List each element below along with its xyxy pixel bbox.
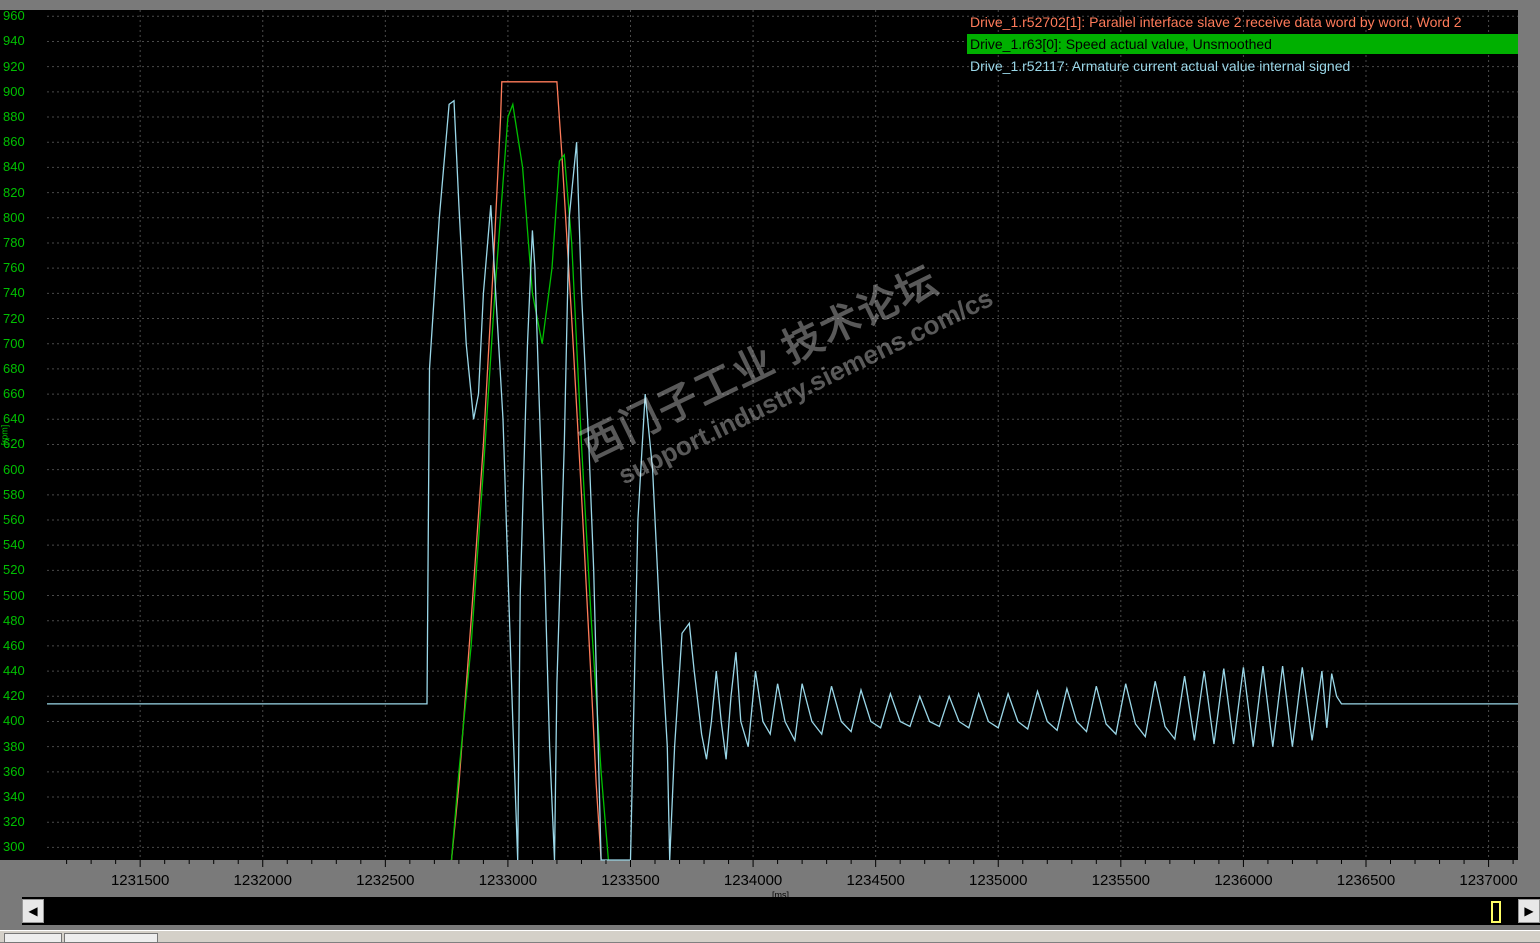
y-tick-label: 720 <box>3 310 25 326</box>
x-tick-label: 1232000 <box>233 872 292 889</box>
y-tick-label: 960 <box>3 8 25 24</box>
y-tick-label: 400 <box>3 713 25 729</box>
legend-label: Drive_1.r63[0]: Speed actual value, Unsm… <box>970 36 1272 52</box>
x-tick-label: 1236000 <box>1214 872 1273 889</box>
legend-label: Drive_1.r52117: Armature current actual … <box>970 58 1351 74</box>
y-tick-label: 740 <box>3 285 25 301</box>
y-tick-label: 460 <box>3 637 25 653</box>
y-tick-label: 440 <box>3 663 25 679</box>
y-tick-label: 780 <box>3 234 25 250</box>
y-tick-label: 360 <box>3 763 25 779</box>
x-tick-label: 1233000 <box>478 872 538 889</box>
y-tick-label: 760 <box>3 260 25 276</box>
x-tick-marks <box>66 860 1514 867</box>
y-tick-label: 580 <box>3 486 25 502</box>
legend-label: Drive_1.r52702[1]: Parallel interface sl… <box>970 14 1462 30</box>
y-tick-label: 540 <box>3 537 25 553</box>
plot-background <box>47 10 1518 860</box>
y-tick-label: 900 <box>3 83 25 99</box>
y-tick-label: 840 <box>3 159 25 175</box>
y-tick-label: 620 <box>3 436 25 452</box>
y-tick-label: 420 <box>3 688 25 704</box>
horizontal-scrollbar[interactable] <box>22 897 1540 925</box>
x-tick-label: 1232500 <box>356 872 415 889</box>
y-tick-label: 640 <box>3 411 25 427</box>
scrollbar-thumb[interactable] <box>1491 901 1501 923</box>
y-tick-label: 920 <box>3 58 25 74</box>
chevron-left-icon: ◀ <box>28 904 38 918</box>
x-tick-label: 1233500 <box>601 872 660 889</box>
scroll-right-button[interactable]: ▶ <box>1518 899 1540 923</box>
y-tick-label: 520 <box>3 562 25 578</box>
scroll-left-button[interactable]: ◀ <box>22 899 44 923</box>
bottom-tab-1[interactable] <box>4 933 62 943</box>
bottom-tab-2[interactable] <box>64 933 158 943</box>
legend-entry-r63[interactable]: Drive_1.r63[0]: Speed actual value, Unsm… <box>967 34 1518 54</box>
x-tick-label: 1234000 <box>723 872 783 889</box>
y-tick-label: 700 <box>3 335 25 351</box>
x-tick-label: 1231500 <box>110 872 170 889</box>
y-axis-unit: [rpm] <box>0 424 10 446</box>
y-tick-label: 500 <box>3 587 25 603</box>
y-tick-label: 380 <box>3 738 25 754</box>
x-tick-label: 1236500 <box>1336 872 1396 889</box>
y-tick-label: 820 <box>3 184 25 200</box>
x-tick-label: 1235500 <box>1091 872 1151 889</box>
x-tick-label: 1234500 <box>846 872 905 889</box>
y-tick-label: 560 <box>3 512 25 527</box>
y-tick-label: 300 <box>3 839 25 855</box>
legend-entry-r52117[interactable]: Drive_1.r52117: Armature current actual … <box>967 56 1518 76</box>
y-tick-label: 600 <box>3 461 25 477</box>
y-tick-label: 860 <box>3 134 25 150</box>
trace-plot[interactable] <box>0 0 1540 941</box>
bottom-tab-bar <box>0 930 1540 942</box>
y-tick-label: 320 <box>3 814 25 830</box>
chevron-right-icon: ▶ <box>1524 904 1534 918</box>
x-tick-label: 1237000 <box>1459 872 1518 889</box>
x-tick-label: 1235000 <box>969 872 1028 889</box>
y-tick-label: 660 <box>3 386 25 402</box>
y-tick-label: 680 <box>3 360 25 376</box>
legend-entry-r52702[interactable]: Drive_1.r52702[1]: Parallel interface sl… <box>967 12 1518 32</box>
y-tick-label: 880 <box>3 109 25 125</box>
y-tick-label: 340 <box>3 789 25 805</box>
y-tick-label: 800 <box>3 209 25 225</box>
y-tick-label: 940 <box>3 33 25 49</box>
y-tick-label: 480 <box>3 612 25 628</box>
